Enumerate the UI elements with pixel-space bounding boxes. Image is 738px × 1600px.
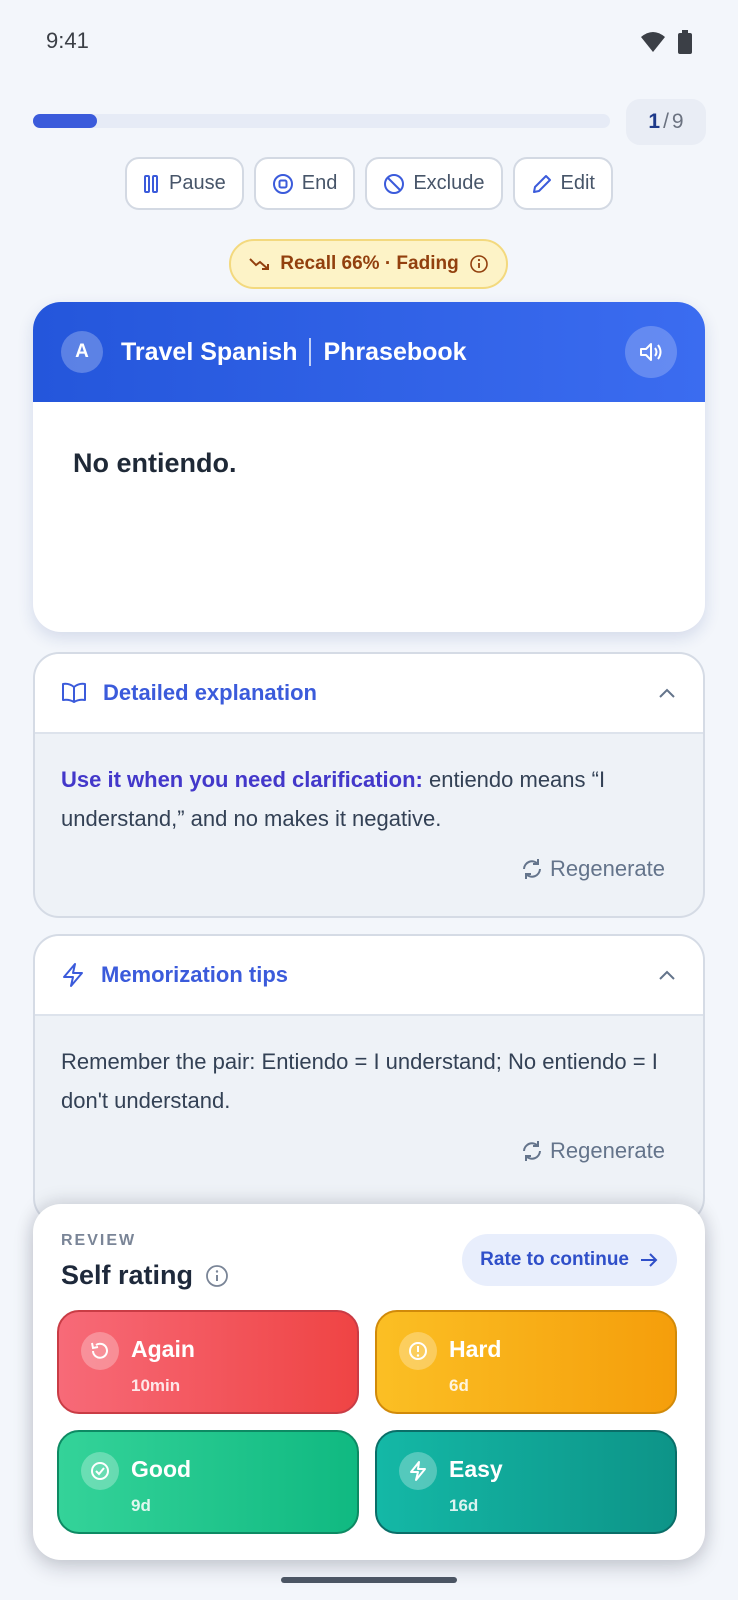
- review-title-text: Self rating: [61, 1260, 194, 1290]
- session-toolbar: Pause End Exclude Edit: [0, 157, 738, 210]
- session-progress-bar: [33, 114, 610, 128]
- refresh-icon: [523, 1141, 542, 1161]
- home-indicator[interactable]: [281, 1577, 457, 1583]
- stop-circle-icon: [272, 173, 293, 194]
- refresh-icon: [523, 859, 542, 879]
- edit-label: Edit: [560, 172, 595, 194]
- deck-section: Phrasebook: [323, 337, 467, 366]
- regenerate-tips-button[interactable]: Regenerate: [520, 1138, 665, 1164]
- zap-icon: [63, 963, 83, 987]
- info-icon: [469, 255, 488, 273]
- ban-icon: [384, 173, 405, 194]
- rate-good-button[interactable]: Good 9d: [57, 1430, 359, 1534]
- zap-icon: [399, 1452, 437, 1490]
- pause-button[interactable]: Pause: [125, 157, 244, 210]
- deck-divider: [309, 338, 312, 366]
- card-counter: 1 / 9: [626, 99, 706, 145]
- counter-total: 9: [671, 110, 684, 133]
- session-progress-fill: [33, 114, 98, 128]
- tips-panel-header[interactable]: Memorization tips: [35, 936, 703, 1016]
- regenerate-tips-label: Regenerate: [550, 1138, 665, 1163]
- counter-separator: /: [663, 110, 669, 133]
- card-header: A Travel Spanish Phrasebook: [33, 302, 705, 402]
- chevron-up-icon: [659, 970, 675, 980]
- battery-icon: [678, 30, 692, 54]
- status-bar: 9:41: [0, 0, 738, 84]
- arrow-right-icon: [641, 1253, 658, 1267]
- again-interval: 10min: [131, 1376, 181, 1395]
- status-icons: [640, 30, 692, 54]
- exclude-label: Exclude: [413, 172, 485, 194]
- continue-label: Rate to continue: [480, 1249, 629, 1270]
- hard-interval: 6d: [449, 1376, 469, 1395]
- check-circle-icon: [81, 1452, 119, 1490]
- play-audio-button[interactable]: [625, 326, 677, 378]
- tips-body: Remember the pair: Entiendo = I understa…: [61, 1049, 658, 1113]
- deck-avatar: A: [61, 331, 103, 373]
- trending-down-icon: [249, 258, 270, 270]
- again-label: Again: [131, 1336, 195, 1362]
- status-time: 9:41: [46, 28, 89, 53]
- book-open-icon: [62, 682, 86, 703]
- easy-label: Easy: [449, 1456, 503, 1482]
- counter-current: 1: [648, 110, 661, 133]
- flashcard[interactable]: A Travel Spanish Phrasebook No entiendo.: [33, 302, 705, 632]
- deck-name: Travel Spanish: [121, 337, 298, 366]
- pencil-icon: [532, 174, 551, 193]
- explanation-lead: Use it when you need clarification:: [61, 767, 423, 792]
- regenerate-explanation-button[interactable]: Regenerate: [520, 856, 665, 882]
- review-title: Self rating: [61, 1260, 229, 1291]
- rating-grid: Again 10min Hard 6d Good 9d Easy 16d: [57, 1310, 681, 1534]
- end-button[interactable]: End: [253, 157, 356, 210]
- pause-label: Pause: [169, 172, 226, 194]
- chevron-up-icon: [659, 688, 675, 698]
- rate-again-button[interactable]: Again 10min: [57, 1310, 359, 1414]
- info-icon[interactable]: [205, 1264, 229, 1288]
- hard-label: Hard: [449, 1336, 502, 1362]
- exclude-button[interactable]: Exclude: [365, 157, 503, 210]
- good-label: Good: [131, 1456, 192, 1482]
- rate-hard-button[interactable]: Hard 6d: [375, 1310, 677, 1414]
- end-label: End: [301, 172, 338, 194]
- tips-panel: Memorization tips Remember the pair: Ent…: [33, 934, 705, 1224]
- recall-text: Recall 66% · Fading: [280, 253, 459, 274]
- explanation-panel: Detailed explanation Use it when you nee…: [33, 652, 705, 918]
- alert-circle-icon: [399, 1332, 437, 1370]
- recall-badge[interactable]: Recall 66% · Fading: [229, 239, 508, 289]
- easy-interval: 16d: [449, 1496, 479, 1515]
- rate-to-continue-button[interactable]: Rate to continue: [462, 1234, 677, 1286]
- rotate-ccw-icon: [81, 1332, 119, 1370]
- review-kicker: REVIEW: [61, 1232, 137, 1249]
- explanation-body: Use it when you need clarification: enti…: [35, 734, 703, 838]
- pause-icon: [144, 174, 159, 193]
- regenerate-explanation-label: Regenerate: [550, 856, 665, 881]
- rate-easy-button[interactable]: Easy 16d: [375, 1430, 677, 1534]
- tips-title: Memorization tips: [101, 962, 289, 987]
- card-front-text: No entiendo.: [73, 448, 237, 478]
- explanation-panel-header[interactable]: Detailed explanation: [35, 654, 703, 734]
- speaker-icon: [640, 343, 662, 361]
- edit-button[interactable]: Edit: [512, 157, 613, 210]
- good-interval: 9d: [131, 1496, 151, 1515]
- explanation-title: Detailed explanation: [103, 680, 317, 705]
- wifi-icon: [641, 32, 665, 52]
- review-sheet: REVIEW Self rating Rate to continue Agai…: [33, 1204, 705, 1560]
